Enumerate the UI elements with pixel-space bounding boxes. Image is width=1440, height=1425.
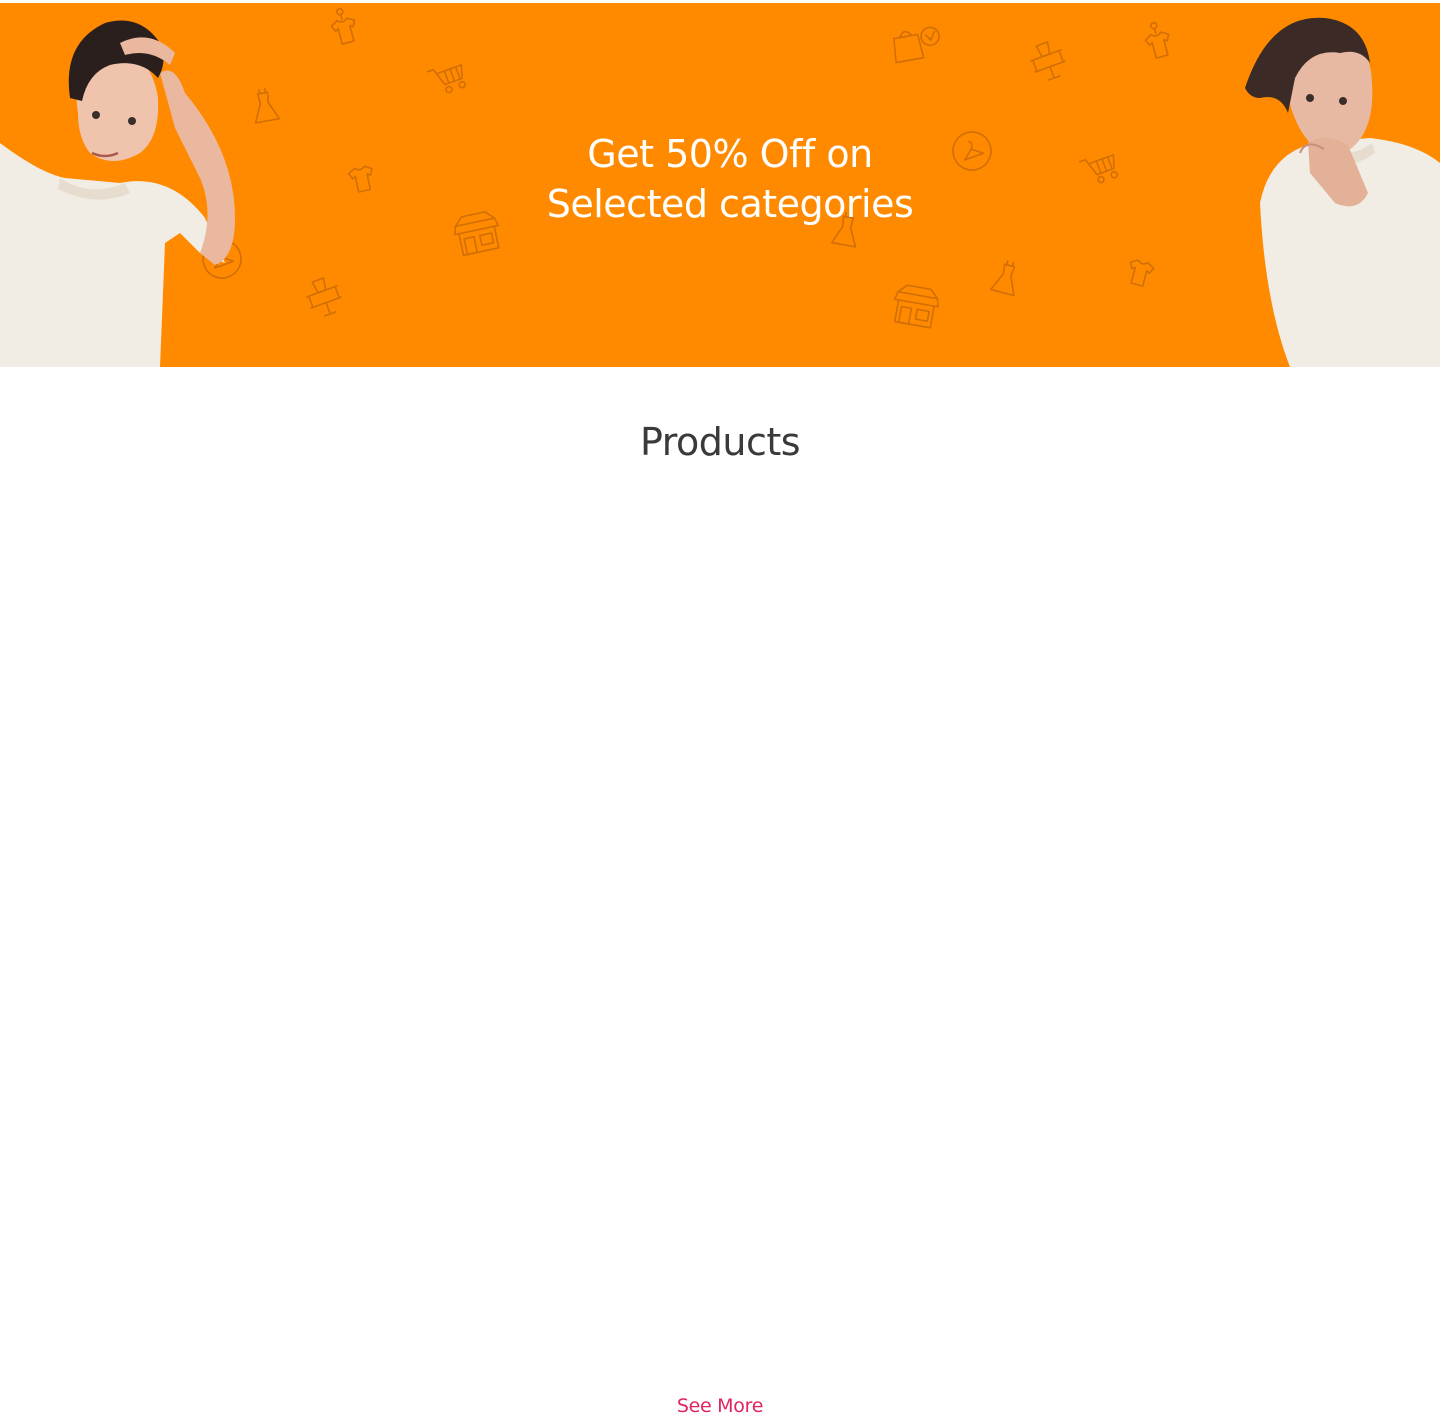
banner-headline: Get 50% Off on Selected categories [520,129,940,229]
see-more-link[interactable]: See More [670,1392,770,1420]
tshirt-icon [1144,21,1170,59]
storefront-icon [454,211,500,257]
shopping-cart-icon [1078,154,1118,184]
tshirt-icon [1129,259,1155,287]
tshirt-icon [347,165,373,193]
storefront-icon [893,284,939,329]
model-photo-left [0,20,235,367]
banner-headline-line-1: Get 50% Off on [587,132,873,176]
dress-icon [989,260,1016,297]
dress-icon [254,87,281,124]
model-photo-right [1245,17,1440,367]
hanger-icon [952,131,992,171]
products-grid [120,500,1320,1360]
promo-banner: Get 50% Off on Selected categories [0,3,1440,367]
shopping-cart-icon [426,64,466,94]
tshirt-icon [330,7,356,45]
shopping-bags-icon [893,26,940,64]
mannequin-icon [306,277,342,317]
products-section-title: Products [639,420,801,464]
mannequin-icon [1030,41,1066,81]
banner-headline-line-2: Selected categories [546,182,914,226]
